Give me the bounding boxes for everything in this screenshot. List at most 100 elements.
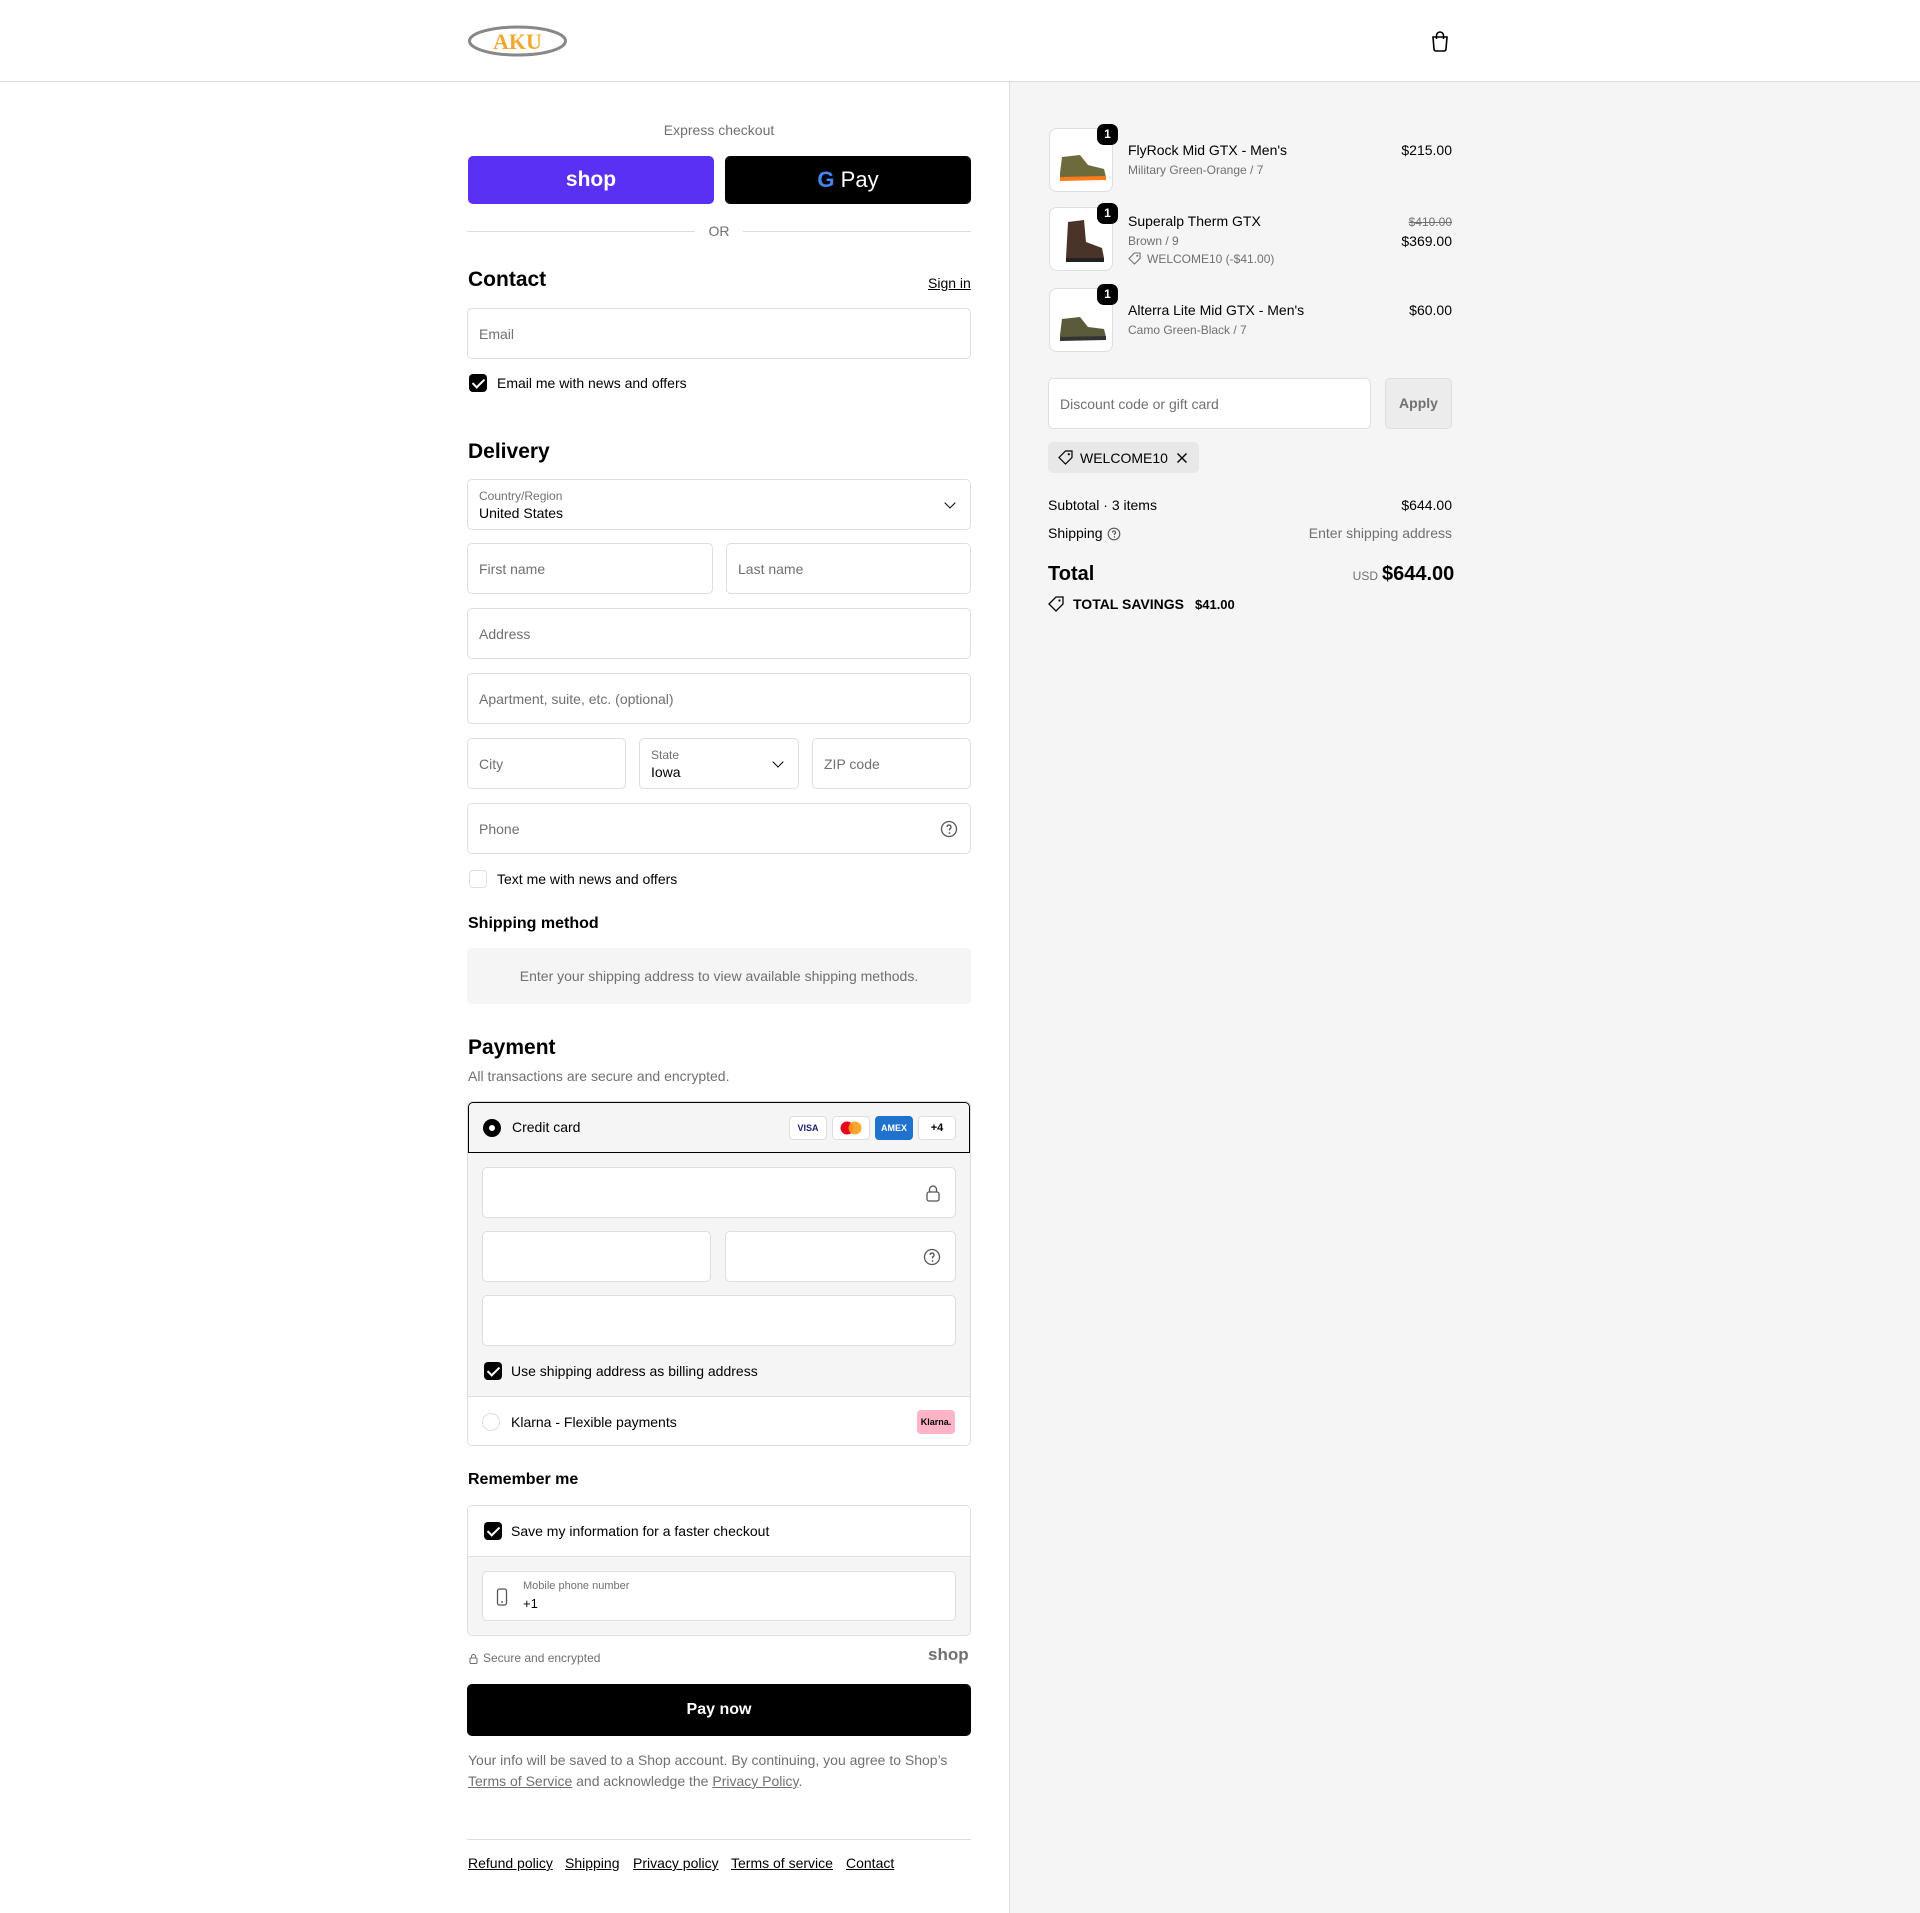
- total-savings-label: TOTAL SAVINGS: [1073, 596, 1184, 612]
- country-select[interactable]: Country/Region United States: [467, 479, 971, 530]
- shipping-link[interactable]: Shipping: [565, 1855, 620, 1871]
- shipping-method-notice: Enter your shipping address to view avai…: [467, 948, 971, 1004]
- text-news-label: Text me with news and offers: [497, 871, 678, 887]
- tag-icon: [1058, 450, 1073, 465]
- quantity-badge: 1: [1097, 203, 1118, 224]
- privacy-policy-link[interactable]: Privacy policy: [633, 1855, 719, 1871]
- save-info-row[interactable]: Save my information for a faster checkou…: [468, 1506, 970, 1557]
- total-savings-value: $41.00: [1195, 597, 1235, 612]
- credit-card-option[interactable]: Credit card VISA AMEX +4: [468, 1102, 970, 1153]
- billing-same-label: Use shipping address as billing address: [511, 1363, 758, 1379]
- item-price: $60.00: [1409, 302, 1452, 318]
- subtotal-label: Subtotal · 3 items: [1048, 497, 1157, 513]
- address-placeholder: Address: [479, 625, 531, 642]
- item-name: Alterra Lite Mid GTX - Men's: [1128, 302, 1305, 318]
- close-icon[interactable]: [1176, 452, 1188, 464]
- apply-button[interactable]: Apply: [1385, 378, 1452, 429]
- payment-methods: Credit card VISA AMEX +4 Use shipping ad…: [467, 1101, 971, 1446]
- state-select[interactable]: State Iowa: [639, 738, 799, 789]
- security-code-field[interactable]: [725, 1231, 956, 1282]
- mobile-row: Mobile phone number +1: [468, 1557, 970, 1635]
- sign-in-link[interactable]: Sign in: [928, 275, 971, 291]
- google-pay-button[interactable]: G Pay: [725, 156, 971, 204]
- discount-code-field[interactable]: Discount code or gift card: [1048, 378, 1371, 429]
- expiration-field[interactable]: [482, 1231, 711, 1282]
- card-number-field[interactable]: [482, 1167, 956, 1218]
- country-value: United States: [479, 505, 564, 521]
- item-variant: Camo Green-Black / 7: [1128, 323, 1247, 337]
- refund-policy-link[interactable]: Refund policy: [468, 1855, 553, 1871]
- amex-icon: AMEX: [875, 1116, 913, 1140]
- legal-text-end: .: [798, 1773, 803, 1789]
- state-value: Iowa: [651, 764, 681, 780]
- footer-divider: [467, 1839, 971, 1840]
- last-name-field[interactable]: Last name: [726, 543, 971, 594]
- shop-pay-button[interactable]: shop: [468, 156, 714, 204]
- total-value: $644.00: [1382, 563, 1455, 585]
- apartment-field[interactable]: Apartment, suite, etc. (optional): [467, 673, 971, 724]
- shipping-label: Shipping: [1048, 525, 1103, 541]
- shop-pay-label: shop: [565, 168, 617, 191]
- more-cards-badge: +4: [918, 1116, 956, 1140]
- email-placeholder: Email: [479, 325, 515, 342]
- pay-now-button[interactable]: Pay now: [467, 1684, 971, 1736]
- payment-title: Payment: [468, 1036, 556, 1059]
- header: AKU: [0, 0, 1920, 82]
- applied-discount-chip: WELCOME10: [1048, 442, 1199, 473]
- aku-logo[interactable]: AKU: [467, 24, 568, 58]
- text-news-checkbox[interactable]: [469, 870, 487, 888]
- zip-field[interactable]: ZIP code: [812, 738, 971, 789]
- delivery-title: Delivery: [468, 440, 550, 463]
- shipping-value: Enter shipping address: [1308, 525, 1452, 541]
- visa-icon: VISA: [789, 1116, 827, 1140]
- address-field[interactable]: Address: [467, 608, 971, 659]
- save-info-checkbox[interactable]: [484, 1522, 502, 1540]
- item-discount: WELCOME10 (-$41.00): [1147, 252, 1275, 266]
- email-field[interactable]: Email: [467, 308, 971, 359]
- name-on-card-field[interactable]: [482, 1295, 956, 1346]
- remember-me-title: Remember me: [468, 1471, 579, 1488]
- quantity-badge: 1: [1097, 284, 1118, 305]
- mobile-phone-icon: [496, 1588, 508, 1606]
- lock-icon: [926, 1185, 940, 1202]
- shopping-bag-icon[interactable]: [1429, 30, 1451, 52]
- contact-link[interactable]: Contact: [846, 1855, 894, 1871]
- subtotal-value: $644.00: [1401, 497, 1452, 513]
- billing-same-checkbox[interactable]: [484, 1362, 502, 1380]
- terms-of-service-link[interactable]: Terms of service: [731, 1855, 833, 1871]
- mastercard-icon: [832, 1116, 870, 1140]
- help-circle-icon[interactable]: [1107, 527, 1121, 541]
- phone-field[interactable]: Phone: [467, 803, 971, 854]
- shipping-method-title: Shipping method: [468, 915, 599, 932]
- mobile-phone-label: Mobile phone number: [523, 1580, 630, 1592]
- help-circle-icon[interactable]: [923, 1248, 941, 1266]
- phone-placeholder: Phone: [479, 820, 520, 837]
- svg-text:AKU: AKU: [493, 29, 542, 54]
- item-price: $215.00: [1401, 142, 1452, 158]
- tag-icon: [1048, 596, 1064, 612]
- item-variant: Brown / 9: [1128, 234, 1179, 248]
- discount-placeholder: Discount code or gift card: [1060, 395, 1219, 412]
- city-field[interactable]: City: [467, 738, 626, 789]
- mobile-phone-field[interactable]: Mobile phone number +1: [482, 1571, 956, 1621]
- klarna-option[interactable]: Klarna - Flexible payments Klarna.: [468, 1396, 970, 1445]
- remember-me-box: Save my information for a faster checkou…: [467, 1505, 971, 1636]
- first-name-field[interactable]: First name: [467, 543, 713, 594]
- credit-card-label: Credit card: [512, 1119, 581, 1135]
- shop-terms-link[interactable]: Terms of Service: [468, 1773, 572, 1789]
- google-pay-label: Pay: [840, 167, 879, 192]
- email-news-checkbox[interactable]: [469, 374, 487, 392]
- divider-right: [743, 231, 971, 232]
- payment-subtitle: All transactions are secure and encrypte…: [468, 1068, 730, 1084]
- card-details: Use shipping address as billing address: [468, 1153, 970, 1396]
- shop-privacy-link[interactable]: Privacy Policy: [712, 1773, 798, 1789]
- item-variant: Military Green-Orange / 7: [1128, 163, 1264, 177]
- item-price: $369.00: [1401, 233, 1452, 249]
- quantity-badge: 1: [1097, 124, 1118, 145]
- credit-card-radio[interactable]: [483, 1119, 501, 1137]
- total-currency: USD: [1352, 569, 1378, 583]
- klarna-radio[interactable]: [482, 1413, 500, 1431]
- help-circle-icon[interactable]: [940, 820, 958, 838]
- secure-label: Secure and encrypted: [483, 1651, 601, 1665]
- shop-logo: shop: [928, 1645, 969, 1664]
